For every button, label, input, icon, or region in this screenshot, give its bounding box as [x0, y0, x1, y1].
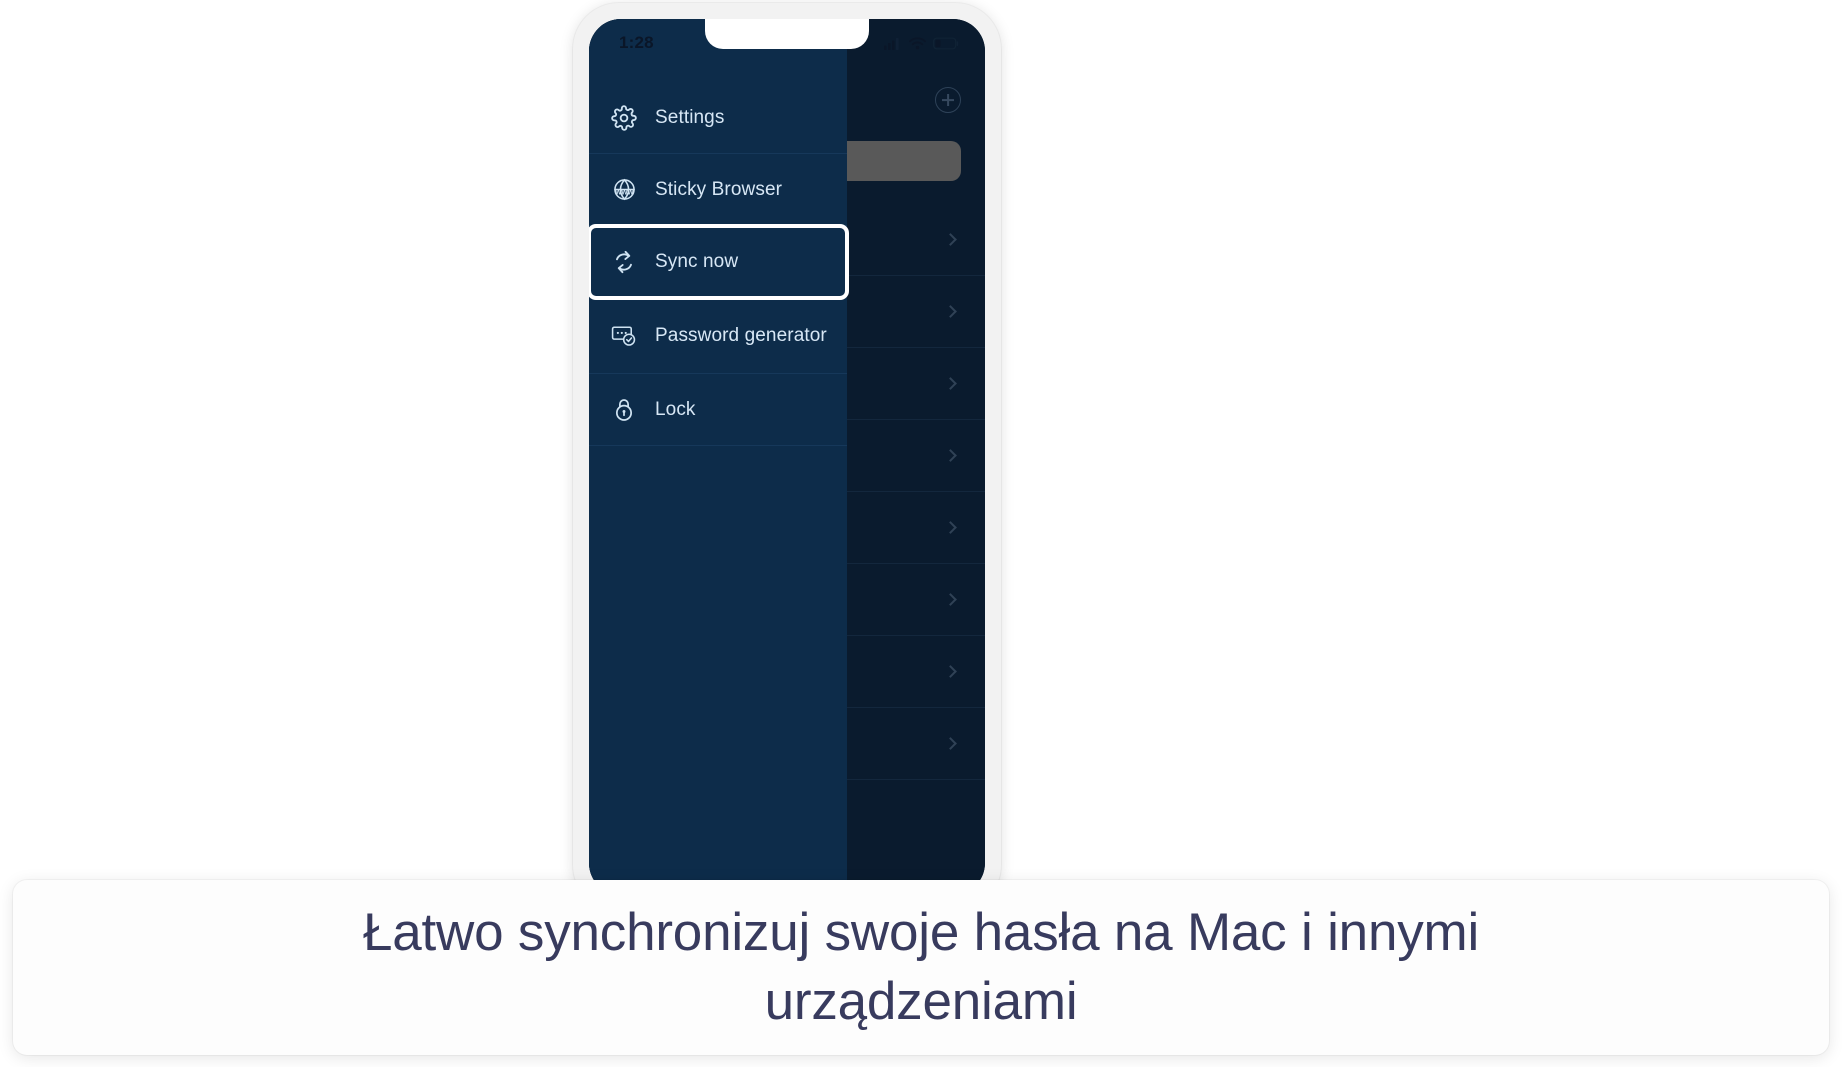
navigation-drawer: Settings www Sticky Browser Sync now Pas…	[589, 19, 849, 895]
menu-item-settings[interactable]: Settings	[589, 82, 847, 154]
caption-text: Łatwo synchronizuj swoje hasła na Mac i …	[362, 902, 1480, 1031]
wifi-icon	[909, 36, 926, 49]
padlock-icon	[607, 393, 641, 427]
chevron-right-icon	[944, 593, 957, 606]
chevron-right-icon	[944, 305, 957, 318]
menu-item-lock[interactable]: Lock	[589, 374, 847, 446]
chevron-right-icon	[944, 737, 957, 750]
status-bar-time: 1:28	[619, 33, 654, 52]
status-bar-icons	[884, 36, 959, 50]
sync-refresh-icon	[607, 245, 641, 279]
www-globe-icon: www	[607, 173, 641, 207]
chevron-right-icon	[944, 377, 957, 390]
menu-item-label: Password generator	[655, 324, 827, 346]
chevron-right-icon	[944, 233, 957, 246]
menu-item-sticky-browser[interactable]: www Sticky Browser	[589, 154, 847, 226]
phone-device-frame: Settings www Sticky Browser Sync now Pas…	[573, 3, 1001, 911]
drawer-menu-list: Settings www Sticky Browser Sync now Pas…	[589, 82, 849, 446]
menu-item-sync-now[interactable]: Sync now	[589, 224, 849, 300]
menu-item-label: Sync now	[655, 250, 739, 272]
phone-screen: Settings www Sticky Browser Sync now Pas…	[589, 19, 985, 895]
menu-item-label: Settings	[655, 106, 725, 128]
svg-text:www: www	[614, 187, 634, 196]
caption-panel: Łatwo synchronizuj swoje hasła na Mac i …	[13, 880, 1829, 1055]
menu-item-password-generator[interactable]: Password generator	[589, 298, 847, 374]
password-card-check-icon	[607, 319, 641, 353]
chevron-right-icon	[944, 665, 957, 678]
phone-notch	[705, 19, 869, 49]
chevron-right-icon	[944, 449, 957, 462]
menu-item-label: Sticky Browser	[655, 178, 783, 200]
cellular-signal-icon	[884, 37, 899, 50]
battery-icon	[933, 37, 959, 49]
gear-icon	[607, 101, 641, 135]
menu-item-label: Lock	[655, 398, 696, 420]
plus-circle-icon[interactable]	[935, 87, 961, 113]
chevron-right-icon	[944, 521, 957, 534]
